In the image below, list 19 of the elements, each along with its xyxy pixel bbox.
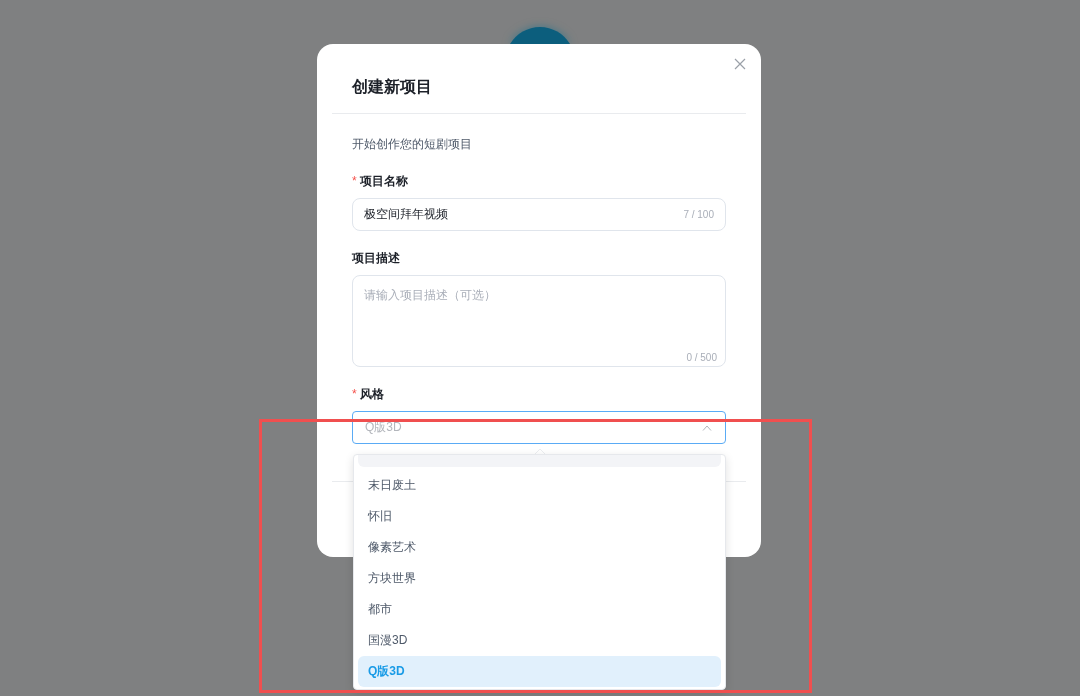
- close-icon: [734, 58, 746, 70]
- chevron-icon: [702, 424, 712, 431]
- dialog-subtitle: 开始创作您的短剧项目: [352, 136, 473, 152]
- dialog-title: 创建新项目: [352, 77, 433, 97]
- required-mark: *: [352, 175, 357, 187]
- dropdown-option[interactable]: 都市: [358, 594, 721, 625]
- dropdown-option[interactable]: 像素艺术: [358, 532, 721, 563]
- dropdown-option[interactable]: 方块世界: [358, 563, 721, 594]
- field-label: 项目描述: [352, 250, 400, 266]
- close-button[interactable]: [734, 58, 746, 70]
- dropdown-option[interactable]: 怀旧: [358, 501, 721, 532]
- required-mark: *: [352, 388, 357, 400]
- name-input-field[interactable]: 极空间拜年视频 7 / 100: [352, 198, 726, 231]
- dropdown-option[interactable]: 国漫3D: [358, 625, 721, 656]
- char-counter: 7 / 100: [683, 209, 714, 220]
- field-label: 项目名称: [359, 173, 408, 189]
- field-label: 风格: [359, 386, 384, 402]
- dropdown-option[interactable]: 末日废土: [358, 470, 721, 501]
- char-counter: 0 / 500: [686, 352, 717, 363]
